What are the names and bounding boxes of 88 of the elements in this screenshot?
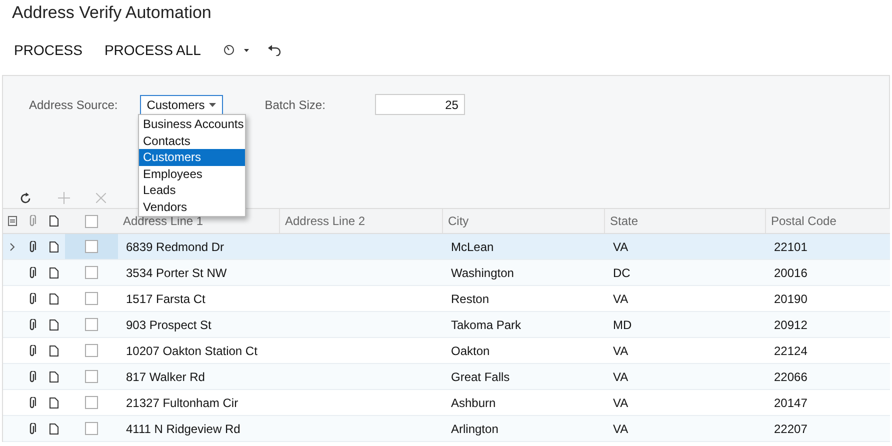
note-icon[interactable] (49, 318, 59, 330)
row-checkbox[interactable] (85, 318, 98, 331)
table-cell: VA (613, 370, 628, 384)
table-row[interactable]: 817 Walker Rd Great Falls VA 22066 (3, 364, 890, 390)
table-cell: 22124 (774, 344, 808, 358)
paperclip-icon[interactable] (28, 396, 36, 408)
column-header[interactable]: Address Line 1 (123, 214, 204, 228)
refresh-icon[interactable] (19, 192, 32, 204)
table-cell: 22207 (774, 422, 808, 436)
note-icon[interactable] (49, 422, 59, 434)
table-cell: Takoma Park (451, 318, 522, 332)
row-checkbox[interactable] (85, 370, 98, 383)
paperclip-icon[interactable] (28, 240, 36, 252)
caret-icon (208, 102, 216, 106)
table-row[interactable]: 903 Prospect St Takoma Park MD 20912 (3, 312, 890, 338)
table-row[interactable]: 3534 Porter St NW Washington DC 20016 (3, 260, 890, 286)
table-cell: MD (613, 318, 632, 332)
toolbar-button[interactable]: PROCESS ALL (104, 42, 201, 58)
dropdown-option[interactable]: Employees (139, 166, 245, 182)
table-cell: 903 Prospect St (126, 318, 212, 332)
table-cell: Washington (451, 266, 514, 280)
table-cell: Arlington (451, 422, 498, 436)
table-cell: VA (613, 422, 628, 436)
row-checkbox[interactable] (85, 396, 98, 409)
note-icon[interactable] (49, 370, 59, 382)
table-cell: DC (613, 266, 630, 280)
column-header[interactable]: Postal Code (771, 214, 836, 228)
note-icon[interactable] (49, 266, 59, 278)
table-cell: 10207 Oakton Station Ct (126, 344, 258, 358)
table-cell: 21327 Fultonham Cir (126, 396, 238, 410)
table-cell: VA (613, 240, 628, 254)
note-icon[interactable] (49, 215, 59, 227)
paperclip-icon[interactable] (28, 318, 36, 330)
page-title: Address Verify Automation (11, 2, 212, 24)
table-cell: 4111 N Ridgeview Rd (126, 422, 240, 436)
schedule-dropdown[interactable] (222, 44, 249, 56)
table-cell: 20147 (774, 396, 808, 410)
table-cell: McLean (451, 240, 494, 254)
row-checkbox[interactable] (85, 344, 98, 357)
table-cell: VA (613, 396, 628, 410)
row-checkbox[interactable] (85, 240, 98, 253)
address-source-select[interactable]: Customers (140, 94, 223, 114)
dropdown-option[interactable]: Contacts (139, 132, 245, 149)
table-cell: 6839 Redmond Dr (126, 240, 224, 254)
paperclip-icon[interactable] (28, 344, 36, 356)
row-checkbox[interactable] (85, 292, 98, 305)
dropdown-option[interactable]: Leads (139, 182, 245, 198)
column-header[interactable]: Address Line 2 (285, 214, 366, 228)
paperclip-icon[interactable] (28, 292, 36, 304)
batch-size-label: Batch Size: (264, 98, 326, 112)
table-row[interactable]: 4111 N Ridgeview Rd Arlington VA 22207 (3, 416, 890, 442)
note-icon[interactable] (49, 292, 59, 304)
table-cell: VA (613, 344, 628, 358)
undo-icon[interactable] (266, 44, 281, 56)
address-source-label: Address Source: (29, 98, 118, 112)
dropdown-option[interactable]: Business Accounts (139, 116, 245, 132)
table-cell: 1517 Farsta Ct (126, 292, 206, 306)
table-cell: Ashburn (451, 396, 496, 410)
select-all-checkbox[interactable] (85, 214, 98, 228)
table-cell: 817 Walker Rd (126, 370, 205, 384)
paperclip-icon[interactable] (28, 215, 36, 227)
table-cell: 20016 (774, 266, 808, 280)
paperclip-icon[interactable] (28, 422, 36, 434)
table-cell: 20190 (774, 292, 808, 306)
save-icon[interactable] (8, 216, 16, 226)
table-cell: 20912 (774, 318, 808, 332)
dropdown-option[interactable]: Customers (139, 149, 245, 166)
table-cell: 3534 Porter St NW (126, 266, 227, 280)
batch-size-field[interactable]: 25 (375, 94, 466, 115)
paperclip-icon[interactable] (28, 266, 36, 278)
row-checkbox[interactable] (85, 422, 98, 435)
paperclip-icon[interactable] (28, 370, 36, 382)
table-cell: Reston (451, 292, 490, 306)
dropdown-option[interactable]: Vendors (139, 198, 245, 215)
note-icon[interactable] (49, 344, 59, 356)
table-cell: 22101 (774, 240, 808, 254)
table-row[interactable]: 6839 Redmond Dr McLean VA 22101 (3, 234, 890, 260)
table-cell: Oakton (451, 344, 490, 358)
table-cell: VA (613, 292, 628, 306)
column-header[interactable]: City (448, 214, 469, 228)
row-checkbox[interactable] (85, 266, 98, 279)
column-header[interactable]: State (610, 214, 638, 228)
note-icon[interactable] (49, 240, 59, 252)
table-cell: 22066 (774, 370, 808, 384)
chevron-icon (10, 242, 14, 250)
toolbar-button[interactable]: PROCESS (14, 42, 82, 58)
note-icon[interactable] (49, 396, 59, 408)
table-cell: Great Falls (451, 370, 510, 384)
